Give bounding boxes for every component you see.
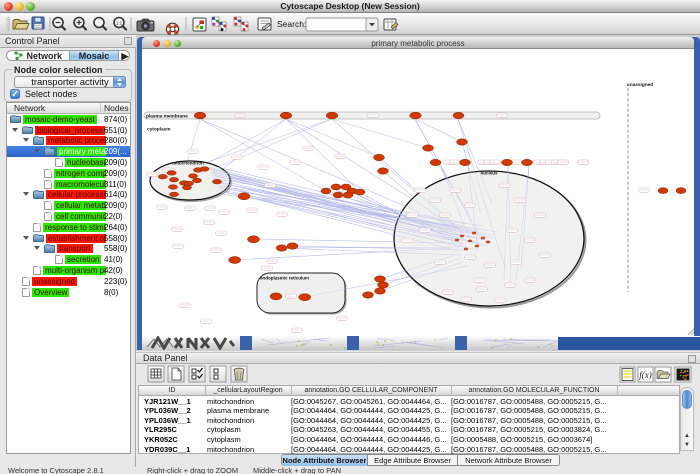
svg-text:unassigned: unassigned: [627, 82, 653, 88]
svg-text:mitochondrion: mitochondrion: [172, 161, 204, 166]
svg-text:endoplasmic reticulum: endoplasmic reticulum: [260, 276, 309, 281]
svg-text:cytoplasm: cytoplasm: [147, 127, 171, 133]
svg-text:Search:: Search:: [277, 19, 306, 29]
svg-text:f(x): f(x): [639, 370, 652, 380]
svg-text:plasma membrane: plasma membrane: [146, 114, 188, 120]
svg-text:nucleus: nucleus: [480, 171, 498, 176]
svg-text:1:1: 1:1: [116, 21, 123, 26]
